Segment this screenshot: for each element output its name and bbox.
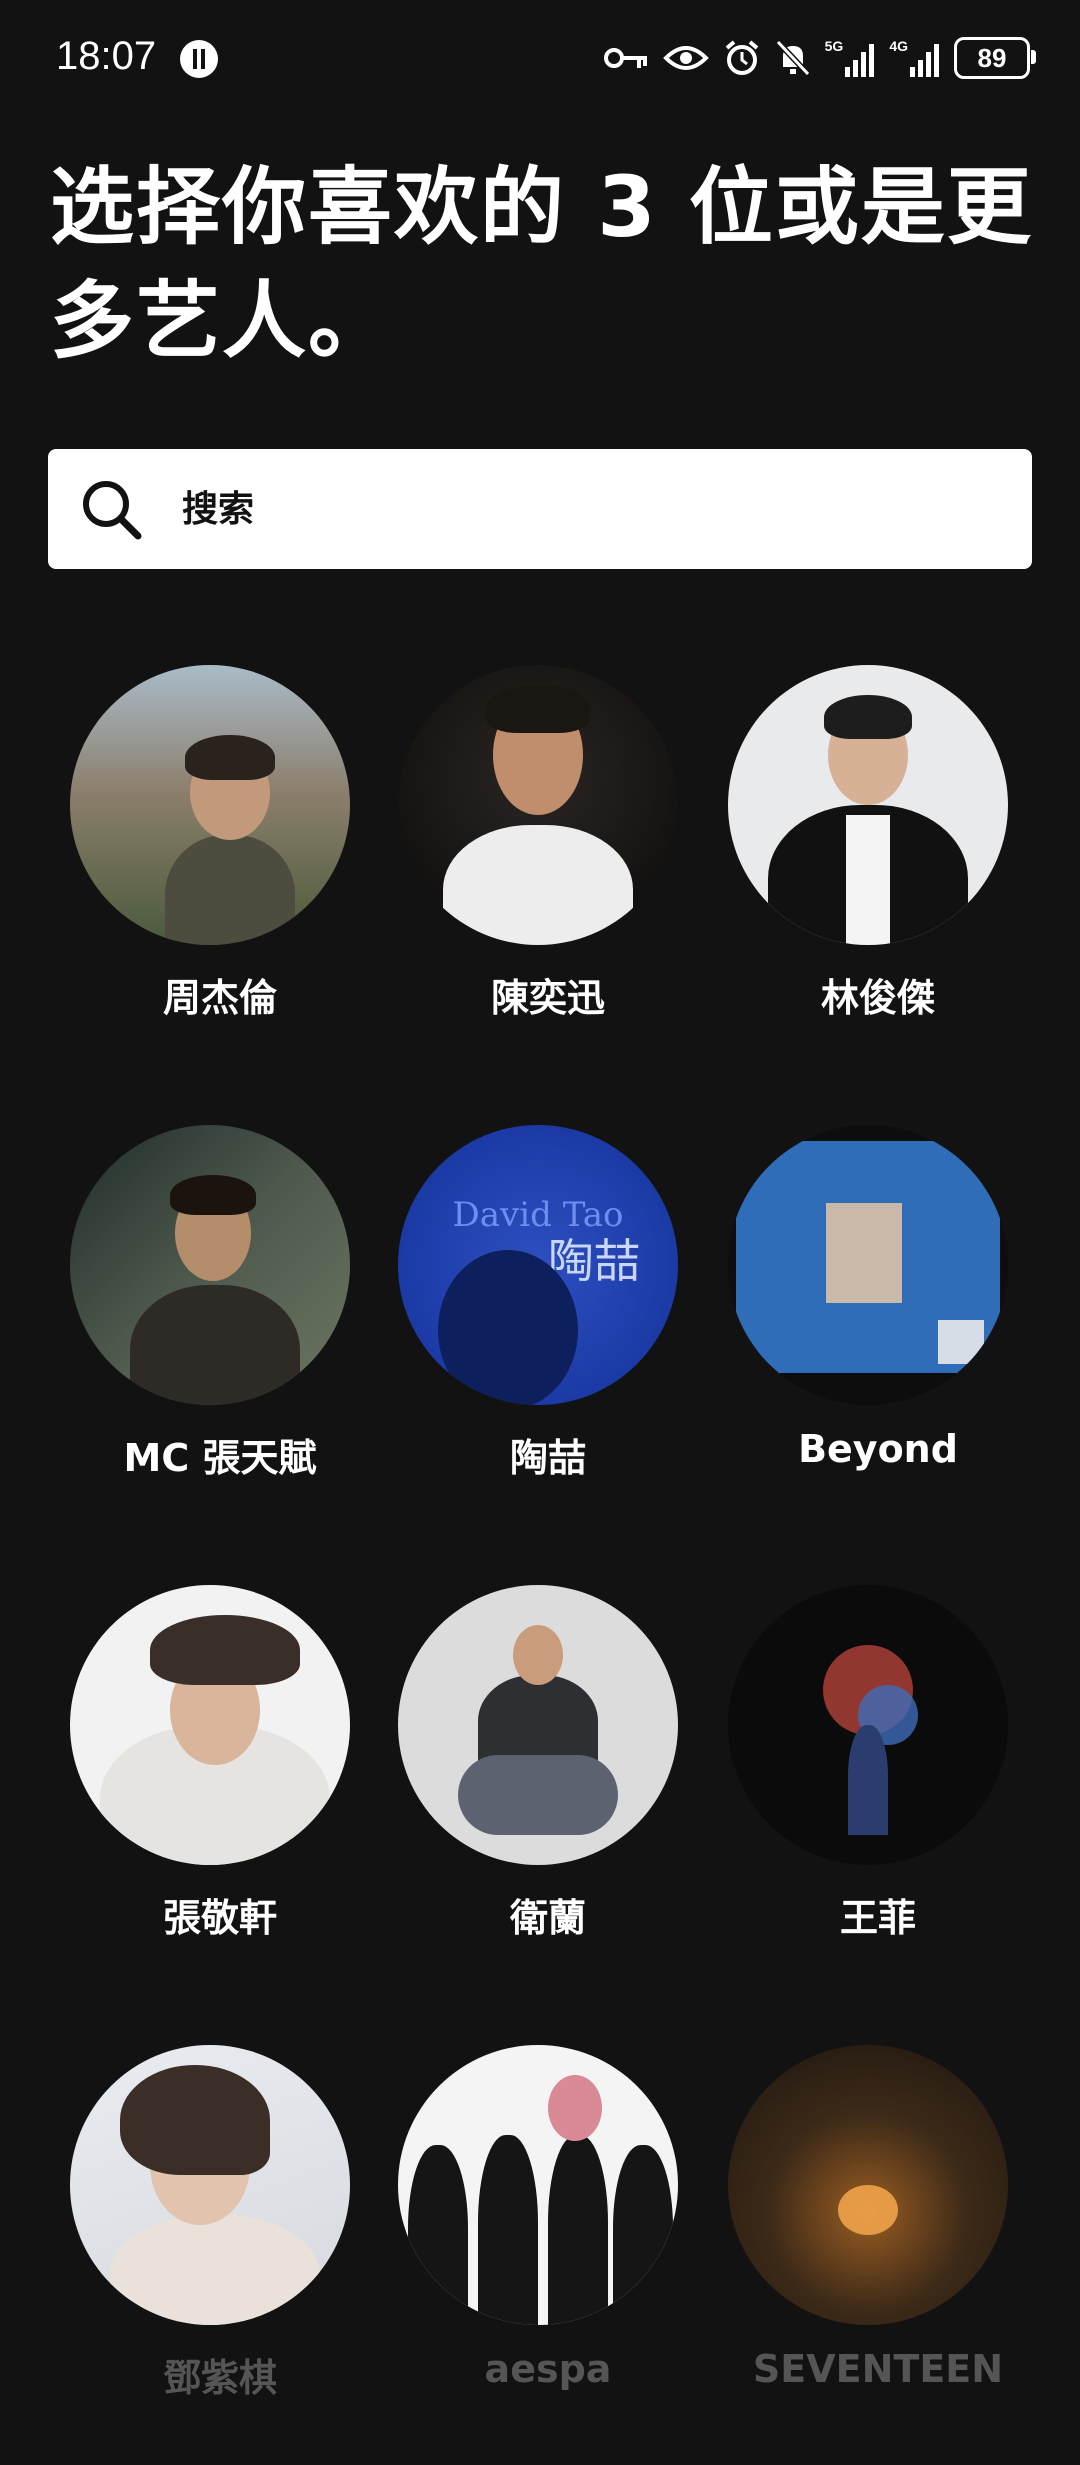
artist-avatar — [728, 2045, 1008, 2325]
artist-avatar — [70, 665, 350, 945]
artist-card[interactable]: 衛蘭 — [378, 1585, 678, 2005]
artist-name: 鄧紫棋 — [162, 2356, 277, 2400]
album-cover-photo — [826, 1203, 902, 1303]
artist-name: Beyond — [798, 1427, 958, 1471]
artist-avatar — [728, 665, 1008, 945]
search-input[interactable] — [180, 487, 884, 531]
status-icons: 5G 4G 89 — [603, 32, 1036, 84]
artist-card[interactable]: MC 張天賦 — [50, 1125, 350, 1545]
artist-name: SEVENTEEN — [752, 2347, 1004, 2391]
album-cover-logo — [938, 1320, 984, 1364]
artist-card[interactable]: 王菲 — [708, 1585, 1008, 2005]
status-time: 18:07 — [56, 34, 157, 78]
artist-card[interactable]: 林俊傑 — [708, 665, 1008, 1085]
eye-icon — [662, 46, 709, 70]
artist-name: 張敬軒 — [162, 1896, 277, 1940]
artist-card[interactable]: 陳奕迅 — [378, 665, 678, 1085]
mute-bell-icon — [775, 39, 810, 77]
artist-avatar: David Tao 陶喆 — [398, 1125, 678, 1405]
artist-card[interactable]: David Tao 陶喆 陶喆 — [378, 1125, 678, 1545]
artist-card[interactable]: aespa — [378, 2045, 678, 2465]
artist-name: 衛蘭 — [509, 1896, 586, 1940]
vpn-key-icon — [603, 48, 647, 68]
artist-avatar — [398, 665, 678, 945]
artist-name: 周杰倫 — [162, 976, 277, 1020]
artist-name: 陳奕迅 — [490, 976, 605, 1020]
search-bar[interactable] — [48, 449, 1032, 569]
artist-card[interactable]: SEVENTEEN — [708, 2045, 1008, 2465]
page-title: 选择你喜欢的 3 位或是更多艺人。 — [50, 158, 1033, 370]
artist-name: aespa — [484, 2347, 612, 2391]
artist-avatar — [398, 1585, 678, 1865]
artist-card[interactable]: 鄧紫棋 — [50, 2045, 350, 2465]
artist-avatar — [728, 1125, 1008, 1405]
battery-indicator: 89 — [954, 37, 1036, 79]
artist-card[interactable]: 周杰倫 — [50, 665, 350, 1085]
signal-4g-icon: 4G — [889, 39, 940, 77]
artist-name: MC 張天賦 — [123, 1436, 317, 1480]
artist-name: 林俊傑 — [820, 976, 935, 1020]
artist-avatar — [70, 1585, 350, 1865]
search-icon — [83, 481, 142, 540]
artist-name: 王菲 — [839, 1896, 916, 1940]
artist-card[interactable]: 張敬軒 — [50, 1585, 350, 2005]
artist-avatar — [70, 2045, 350, 2325]
app-notification-icon — [180, 40, 218, 78]
artist-avatar — [398, 2045, 678, 2325]
artist-avatar — [728, 1585, 1008, 1865]
artist-card[interactable]: Beyond — [708, 1125, 1008, 1545]
artist-avatar — [70, 1125, 350, 1405]
battery-level: 89 — [977, 42, 1007, 73]
signal-5g-icon: 5G — [825, 39, 876, 77]
artist-name: 陶喆 — [509, 1436, 586, 1480]
alarm-icon — [725, 40, 758, 75]
status-bar: 18:07 5G 4G 89 — [0, 0, 1080, 120]
